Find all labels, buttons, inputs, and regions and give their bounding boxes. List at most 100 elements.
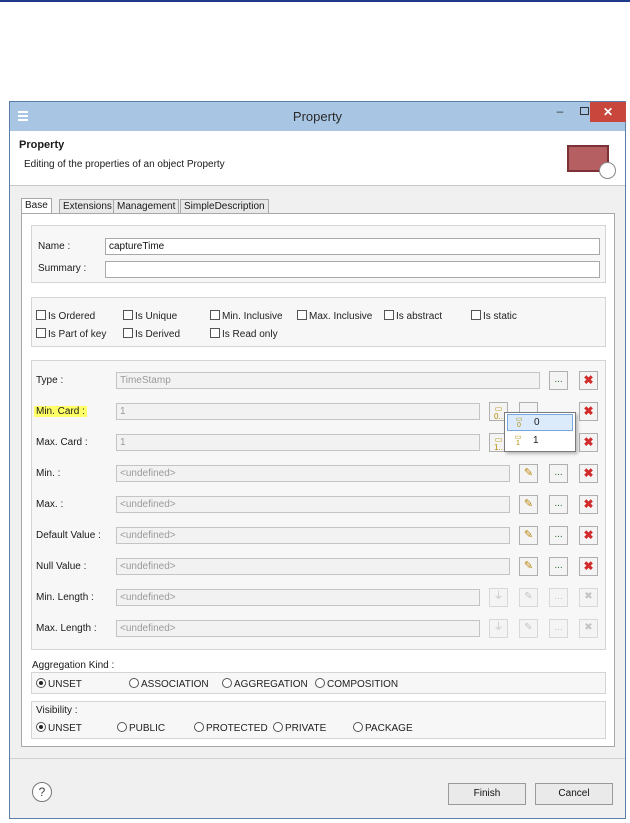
is-ordered-label: Is Ordered (48, 311, 96, 322)
default-value-delete-button[interactable]: ✖ (579, 526, 598, 545)
tab-management[interactable]: Management (113, 199, 180, 214)
min-card-delete-button[interactable]: ✖ (579, 402, 598, 421)
summary-label: Summary : (38, 263, 87, 274)
null-value-browse-button[interactable]: ... (549, 557, 568, 576)
max-browse-button[interactable]: ... (549, 495, 568, 514)
is-part-of-key-checkbox[interactable]: Is Part of key (36, 328, 106, 340)
max-inclusive-checkbox[interactable]: Max. Inclusive (297, 310, 372, 322)
type-browse-button[interactable]: ... (549, 371, 568, 390)
visibility-protected-radio[interactable]: PROTECTED (194, 722, 268, 734)
title-bar: Property – ✕ (10, 102, 626, 131)
property-class-icon (567, 145, 616, 179)
aggregation-association-radio[interactable]: ASSOCIATION (129, 678, 209, 690)
header-title: Property (19, 139, 65, 151)
visibility-public-label: PUBLIC (129, 723, 166, 734)
header-subtitle: Editing of the properties of an object P… (24, 159, 225, 170)
visibility-private-label: PRIVATE (285, 723, 327, 734)
max-field: <undefined> (116, 496, 510, 513)
tab-base[interactable]: Base (21, 198, 52, 214)
aggregation-unset-radio[interactable]: UNSET (36, 678, 82, 690)
min-field: <undefined> (116, 465, 510, 482)
value-fields-group: Type : TimeStamp ... ✖ Min. Card : 1 ▭ 0.… (31, 360, 606, 650)
cardinality-zero-icon: ▭ 0 (515, 416, 523, 429)
max-length-field: <undefined> (116, 620, 480, 637)
window-title: Property (292, 109, 343, 124)
is-read-only-label: Is Read only (222, 329, 278, 340)
default-value-field: <undefined> (116, 527, 510, 544)
null-value-edit-button[interactable]: ✎ (519, 557, 538, 576)
max-card-label: Max. Card : (36, 437, 88, 448)
min-browse-button[interactable]: ... (549, 464, 568, 483)
visibility-unset-radio[interactable]: UNSET (36, 722, 82, 734)
aggregation-composition-radio[interactable]: COMPOSITION (315, 678, 398, 690)
aggregation-aggregation-radio[interactable]: AGGREGATION (222, 678, 308, 690)
cardinality-option-0-label: 0 (534, 417, 540, 428)
visibility-package-radio[interactable]: PACKAGE (353, 722, 413, 734)
identity-group: Name : captureTime Summary : (31, 225, 606, 283)
min-card-label: Min. Card : (34, 406, 87, 417)
is-ordered-checkbox[interactable]: Is Ordered (36, 310, 95, 322)
is-derived-label: Is Derived (135, 329, 181, 340)
min-length-field: <undefined> (116, 589, 480, 606)
default-value-browse-button[interactable]: ... (549, 526, 568, 545)
max-length-browse-button: ... (549, 619, 568, 638)
visibility-private-radio[interactable]: PRIVATE (273, 722, 326, 734)
is-abstract-checkbox[interactable]: Is abstract (384, 310, 442, 322)
visibility-label: Visibility : (36, 705, 78, 716)
is-unique-label: Is Unique (135, 311, 178, 322)
max-label: Max. : (36, 499, 64, 510)
type-field: TimeStamp (116, 372, 540, 389)
min-inclusive-label: Min. Inclusive (222, 311, 283, 322)
help-icon[interactable]: ? (32, 782, 52, 802)
visibility-protected-label: PROTECTED (206, 723, 268, 734)
min-length-filter-icon: ⏚ (489, 588, 508, 607)
visibility-group: Visibility : UNSET PUBLIC PROTECTED PRIV… (31, 701, 606, 739)
null-value-label: Null Value : (36, 561, 87, 572)
tab-extensions[interactable]: Extensions (59, 199, 116, 214)
aggregation-kind-group: UNSET ASSOCIATION AGGREGATION COMPOSITIO… (31, 672, 606, 694)
is-part-of-key-label: Is Part of key (48, 329, 107, 340)
min-edit-button[interactable]: ✎ (519, 464, 538, 483)
minimize-button[interactable]: – (548, 102, 572, 122)
max-delete-button[interactable]: ✖ (579, 495, 598, 514)
aggregation-association-label: ASSOCIATION (141, 679, 209, 690)
is-read-only-checkbox[interactable]: Is Read only (210, 328, 278, 340)
visibility-package-label: PACKAGE (365, 723, 413, 734)
cardinality-option-0[interactable]: ▭ 0 0 (507, 414, 573, 431)
visibility-unset-label: UNSET (48, 723, 82, 734)
property-dialog: Property – ✕ Property Editing of the pro… (9, 101, 626, 819)
default-value-edit-button[interactable]: ✎ (519, 526, 538, 545)
is-static-checkbox[interactable]: Is static (471, 310, 517, 322)
is-static-label: Is static (483, 311, 517, 322)
type-label: Type : (36, 375, 64, 386)
aggregation-aggregation-label: AGGREGATION (234, 679, 308, 690)
type-delete-button[interactable]: ✖ (579, 371, 598, 390)
null-value-delete-button[interactable]: ✖ (579, 557, 598, 576)
cancel-button[interactable]: Cancel (535, 783, 613, 805)
cardinality-popup-menu: ▭ 0 0 ▭ 1 1 (504, 412, 576, 452)
summary-input[interactable] (105, 261, 600, 278)
cardinality-one-icon: ▭ 1 (514, 434, 522, 447)
default-value-label: Default Value : (36, 530, 101, 541)
close-button[interactable]: ✕ (590, 102, 626, 122)
is-derived-checkbox[interactable]: Is Derived (123, 328, 180, 340)
base-tab-panel: Name : captureTime Summary : Is Ordered … (21, 213, 615, 747)
min-inclusive-checkbox[interactable]: Min. Inclusive (210, 310, 283, 322)
min-delete-button[interactable]: ✖ (579, 464, 598, 483)
max-edit-button[interactable]: ✎ (519, 495, 538, 514)
visibility-public-radio[interactable]: PUBLIC (117, 722, 165, 734)
finish-button[interactable]: Finish (448, 783, 526, 805)
max-length-delete-button: ✖ (579, 619, 598, 638)
min-length-delete-button: ✖ (579, 588, 598, 607)
null-value-field: <undefined> (116, 558, 510, 575)
cardinality-option-1-label: 1 (533, 435, 539, 446)
cardinality-option-1[interactable]: ▭ 1 1 (507, 433, 573, 450)
max-card-field: 1 (116, 434, 480, 451)
min-card-field: 1 (116, 403, 480, 420)
tab-simpledescription[interactable]: SimpleDescription (180, 199, 269, 214)
top-rule (0, 0, 630, 2)
is-unique-checkbox[interactable]: Is Unique (123, 310, 177, 322)
name-input[interactable]: captureTime (105, 238, 600, 255)
max-card-delete-button[interactable]: ✖ (579, 433, 598, 452)
min-length-edit-button: ✎ (519, 588, 538, 607)
